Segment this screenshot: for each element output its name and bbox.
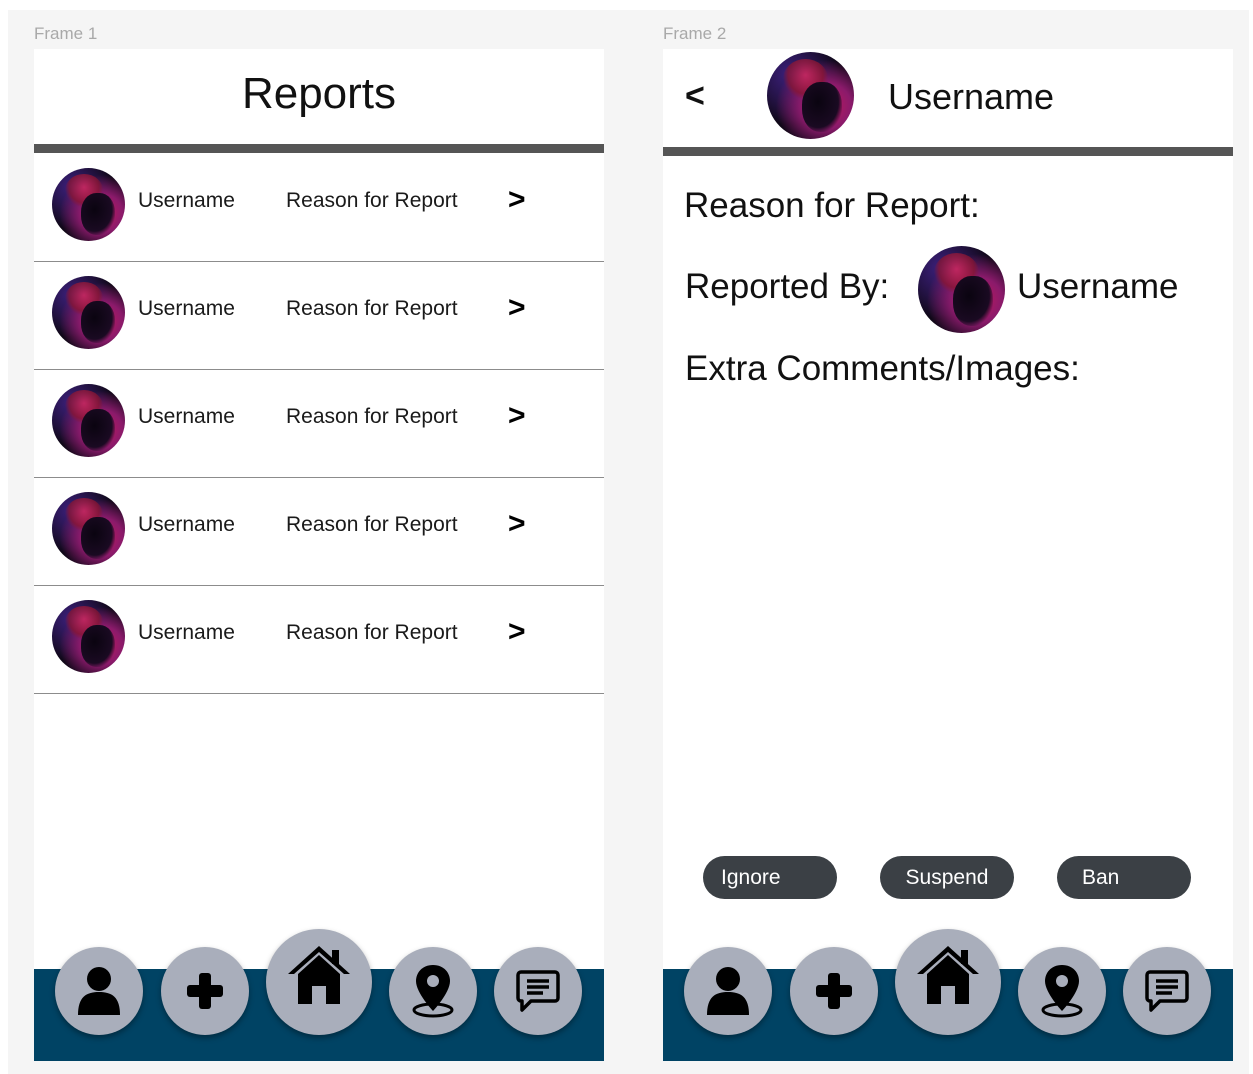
page-title: Reports: [241, 69, 397, 118]
chevron-right-icon[interactable]: >: [508, 183, 526, 217]
report-detail-screen: < Username Reason for Report: Reported B…: [663, 49, 1233, 1061]
report-reason: Reason for Report: [286, 513, 458, 536]
reports-list-screen: Reports Username Reason for Report > Use…: [34, 49, 604, 1061]
nav-messages-button[interactable]: [1123, 947, 1211, 1035]
nav-map-button[interactable]: [389, 947, 477, 1035]
person-icon: [78, 967, 120, 1015]
report-reason: Reason for Report: [286, 621, 458, 644]
map-pin-icon: [412, 965, 454, 1018]
reported-by-label: Reported By:: [685, 267, 890, 306]
back-button[interactable]: <: [685, 77, 705, 116]
reporter-avatar: [918, 246, 1005, 333]
report-username: Username: [138, 405, 235, 428]
report-row[interactable]: Username Reason for Report >: [34, 261, 604, 370]
chevron-right-icon[interactable]: >: [508, 399, 526, 433]
ignore-button[interactable]: Ignore: [703, 856, 837, 899]
report-reason: Reason for Report: [286, 189, 458, 212]
report-row[interactable]: Username Reason for Report >: [34, 153, 604, 262]
suspend-button[interactable]: Suspend: [880, 856, 1014, 899]
nav-home-button[interactable]: [895, 929, 1001, 1035]
avatar: [52, 384, 125, 457]
chevron-right-icon[interactable]: >: [508, 291, 526, 325]
avatar: [52, 492, 125, 565]
nav-add-button[interactable]: [161, 947, 249, 1035]
ban-button[interactable]: Ban: [1057, 856, 1191, 899]
avatar: [52, 276, 125, 349]
nav-map-button[interactable]: [1018, 947, 1106, 1035]
reporter-username: Username: [1017, 267, 1179, 306]
person-icon: [707, 967, 749, 1015]
home-icon: [288, 946, 350, 1004]
report-username: Username: [138, 621, 235, 644]
avatar: [52, 168, 125, 241]
header-username: Username: [888, 76, 1055, 117]
report-username: Username: [138, 513, 235, 536]
home-icon: [917, 946, 979, 1004]
plus-icon: [187, 973, 223, 1009]
map-pin-icon: [1041, 965, 1083, 1018]
nav-profile-button[interactable]: [55, 947, 143, 1035]
header-divider: [663, 147, 1233, 156]
extra-comments-label: Extra Comments/Images:: [685, 349, 1080, 388]
plus-icon: [816, 973, 852, 1009]
chat-icon: [516, 970, 560, 1012]
chevron-right-icon[interactable]: >: [508, 507, 526, 541]
report-row[interactable]: Username Reason for Report >: [34, 477, 604, 586]
nav-home-button[interactable]: [266, 929, 372, 1035]
report-row[interactable]: Username Reason for Report >: [34, 369, 604, 478]
report-reason: Reason for Report: [286, 297, 458, 320]
chat-icon: [1145, 970, 1189, 1012]
report-reason: Reason for Report: [286, 405, 458, 428]
nav-profile-button[interactable]: [684, 947, 772, 1035]
avatar: [52, 600, 125, 673]
header-divider: [34, 144, 604, 153]
frame-2-label: Frame 2: [663, 24, 727, 43]
reason-label: Reason for Report:: [684, 186, 980, 225]
frame-1-label: Frame 1: [34, 24, 98, 43]
nav-messages-button[interactable]: [494, 947, 582, 1035]
report-username: Username: [138, 189, 235, 212]
report-username: Username: [138, 297, 235, 320]
chevron-right-icon[interactable]: >: [508, 615, 526, 649]
report-row[interactable]: Username Reason for Report >: [34, 585, 604, 694]
nav-add-button[interactable]: [790, 947, 878, 1035]
header-avatar: [767, 52, 854, 139]
